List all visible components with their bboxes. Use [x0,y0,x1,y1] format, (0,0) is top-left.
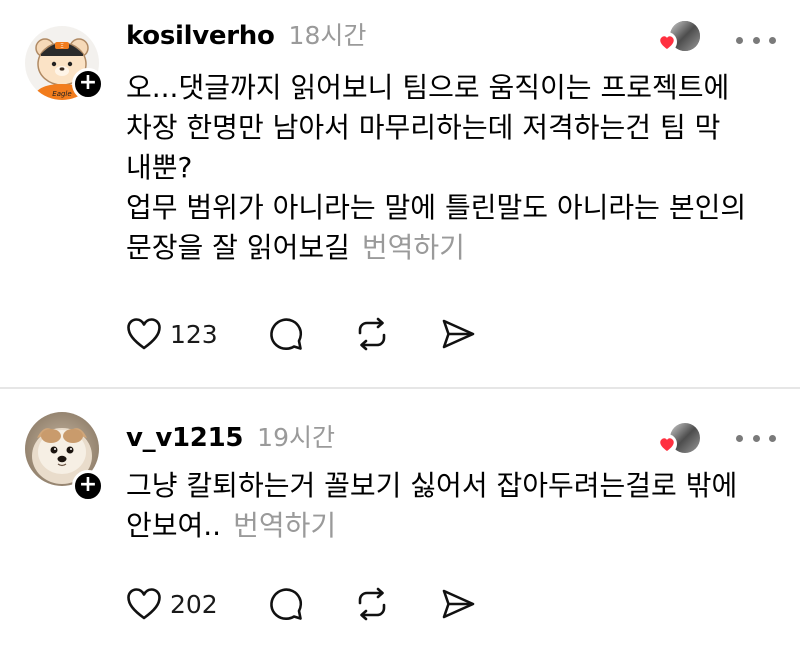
repost-button[interactable] [354,314,440,354]
follow-button[interactable]: + [72,68,104,100]
follow-button[interactable]: + [72,470,104,502]
liked-by-indicator[interactable] [656,422,702,456]
jersey-text: Eagle [52,90,71,98]
reply-button[interactable] [268,584,354,624]
more-icon[interactable] [736,428,776,448]
like-button[interactable]: 123 [126,314,268,354]
post-header: kosilverho 18시간 [126,16,366,56]
post-actions: 202 [126,584,476,624]
cap-logo: Ξ [60,43,64,50]
username[interactable]: kosilverho [126,21,275,51]
share-button[interactable] [440,314,476,354]
like-count: 123 [170,319,218,349]
post-text-line: 내뿐? [126,151,193,184]
translate-link[interactable]: 번역하기 [233,509,336,542]
heart-icon [127,318,161,350]
repost-icon [358,317,386,351]
thread-post: Ξ Eagle + kosilverho 18시간 오...댓글까지 읽어보니 … [0,0,800,388]
more-icon[interactable] [736,30,776,50]
post-time: 18시간 [288,21,367,50]
reply-button[interactable] [268,314,354,354]
comment-icon [270,588,303,620]
post-divider [0,387,800,389]
send-icon [442,319,475,349]
post-actions: 123 [126,314,476,354]
liked-by-indicator[interactable] [656,20,702,54]
post-text: 그냥 칼퇴하는거 꼴보기 싫어서 잡아두려는걸로 밖에 안보여.. 번역하기 [126,466,776,546]
send-icon [442,589,475,619]
plus-icon: + [78,70,98,95]
heart-icon [127,588,161,620]
post-text-line: 오...댓글까지 읽어보니 팀으로 움직이는 프로젝트에 [126,71,730,104]
like-button[interactable]: 202 [126,584,268,624]
post-text-line: 그냥 칼퇴하는거 꼴보기 싫어서 잡아두려는걸로 밖에 [126,469,738,502]
post-header: v_v1215 19시간 [126,418,335,458]
plus-icon: + [78,472,98,497]
post-text: 오...댓글까지 읽어보니 팀으로 움직이는 프로젝트에 차장 한명만 남아서 … [126,68,776,268]
post-text-line: 안보여.. [126,509,222,542]
like-count: 202 [170,589,218,619]
comment-icon [270,318,303,350]
post-text-line: 업무 범위가 아니라는 말에 틀린말도 아니라는 본인의 [126,191,747,224]
post-time: 19시간 [257,423,335,452]
username[interactable]: v_v1215 [126,423,243,453]
post-text-line: 문장을 잘 읽어보길 [126,231,350,264]
translate-link[interactable]: 번역하기 [362,231,465,264]
share-button[interactable] [440,584,476,624]
repost-icon [358,587,386,621]
repost-button[interactable] [354,584,440,624]
post-text-line: 차장 한명만 남아서 마무리하는데 저격하는건 팀 막 [126,111,721,144]
thread-post: + v_v1215 19시간 그냥 칼퇴하는거 꼴보기 싫어서 잡아두려는걸로 … [0,390,800,655]
